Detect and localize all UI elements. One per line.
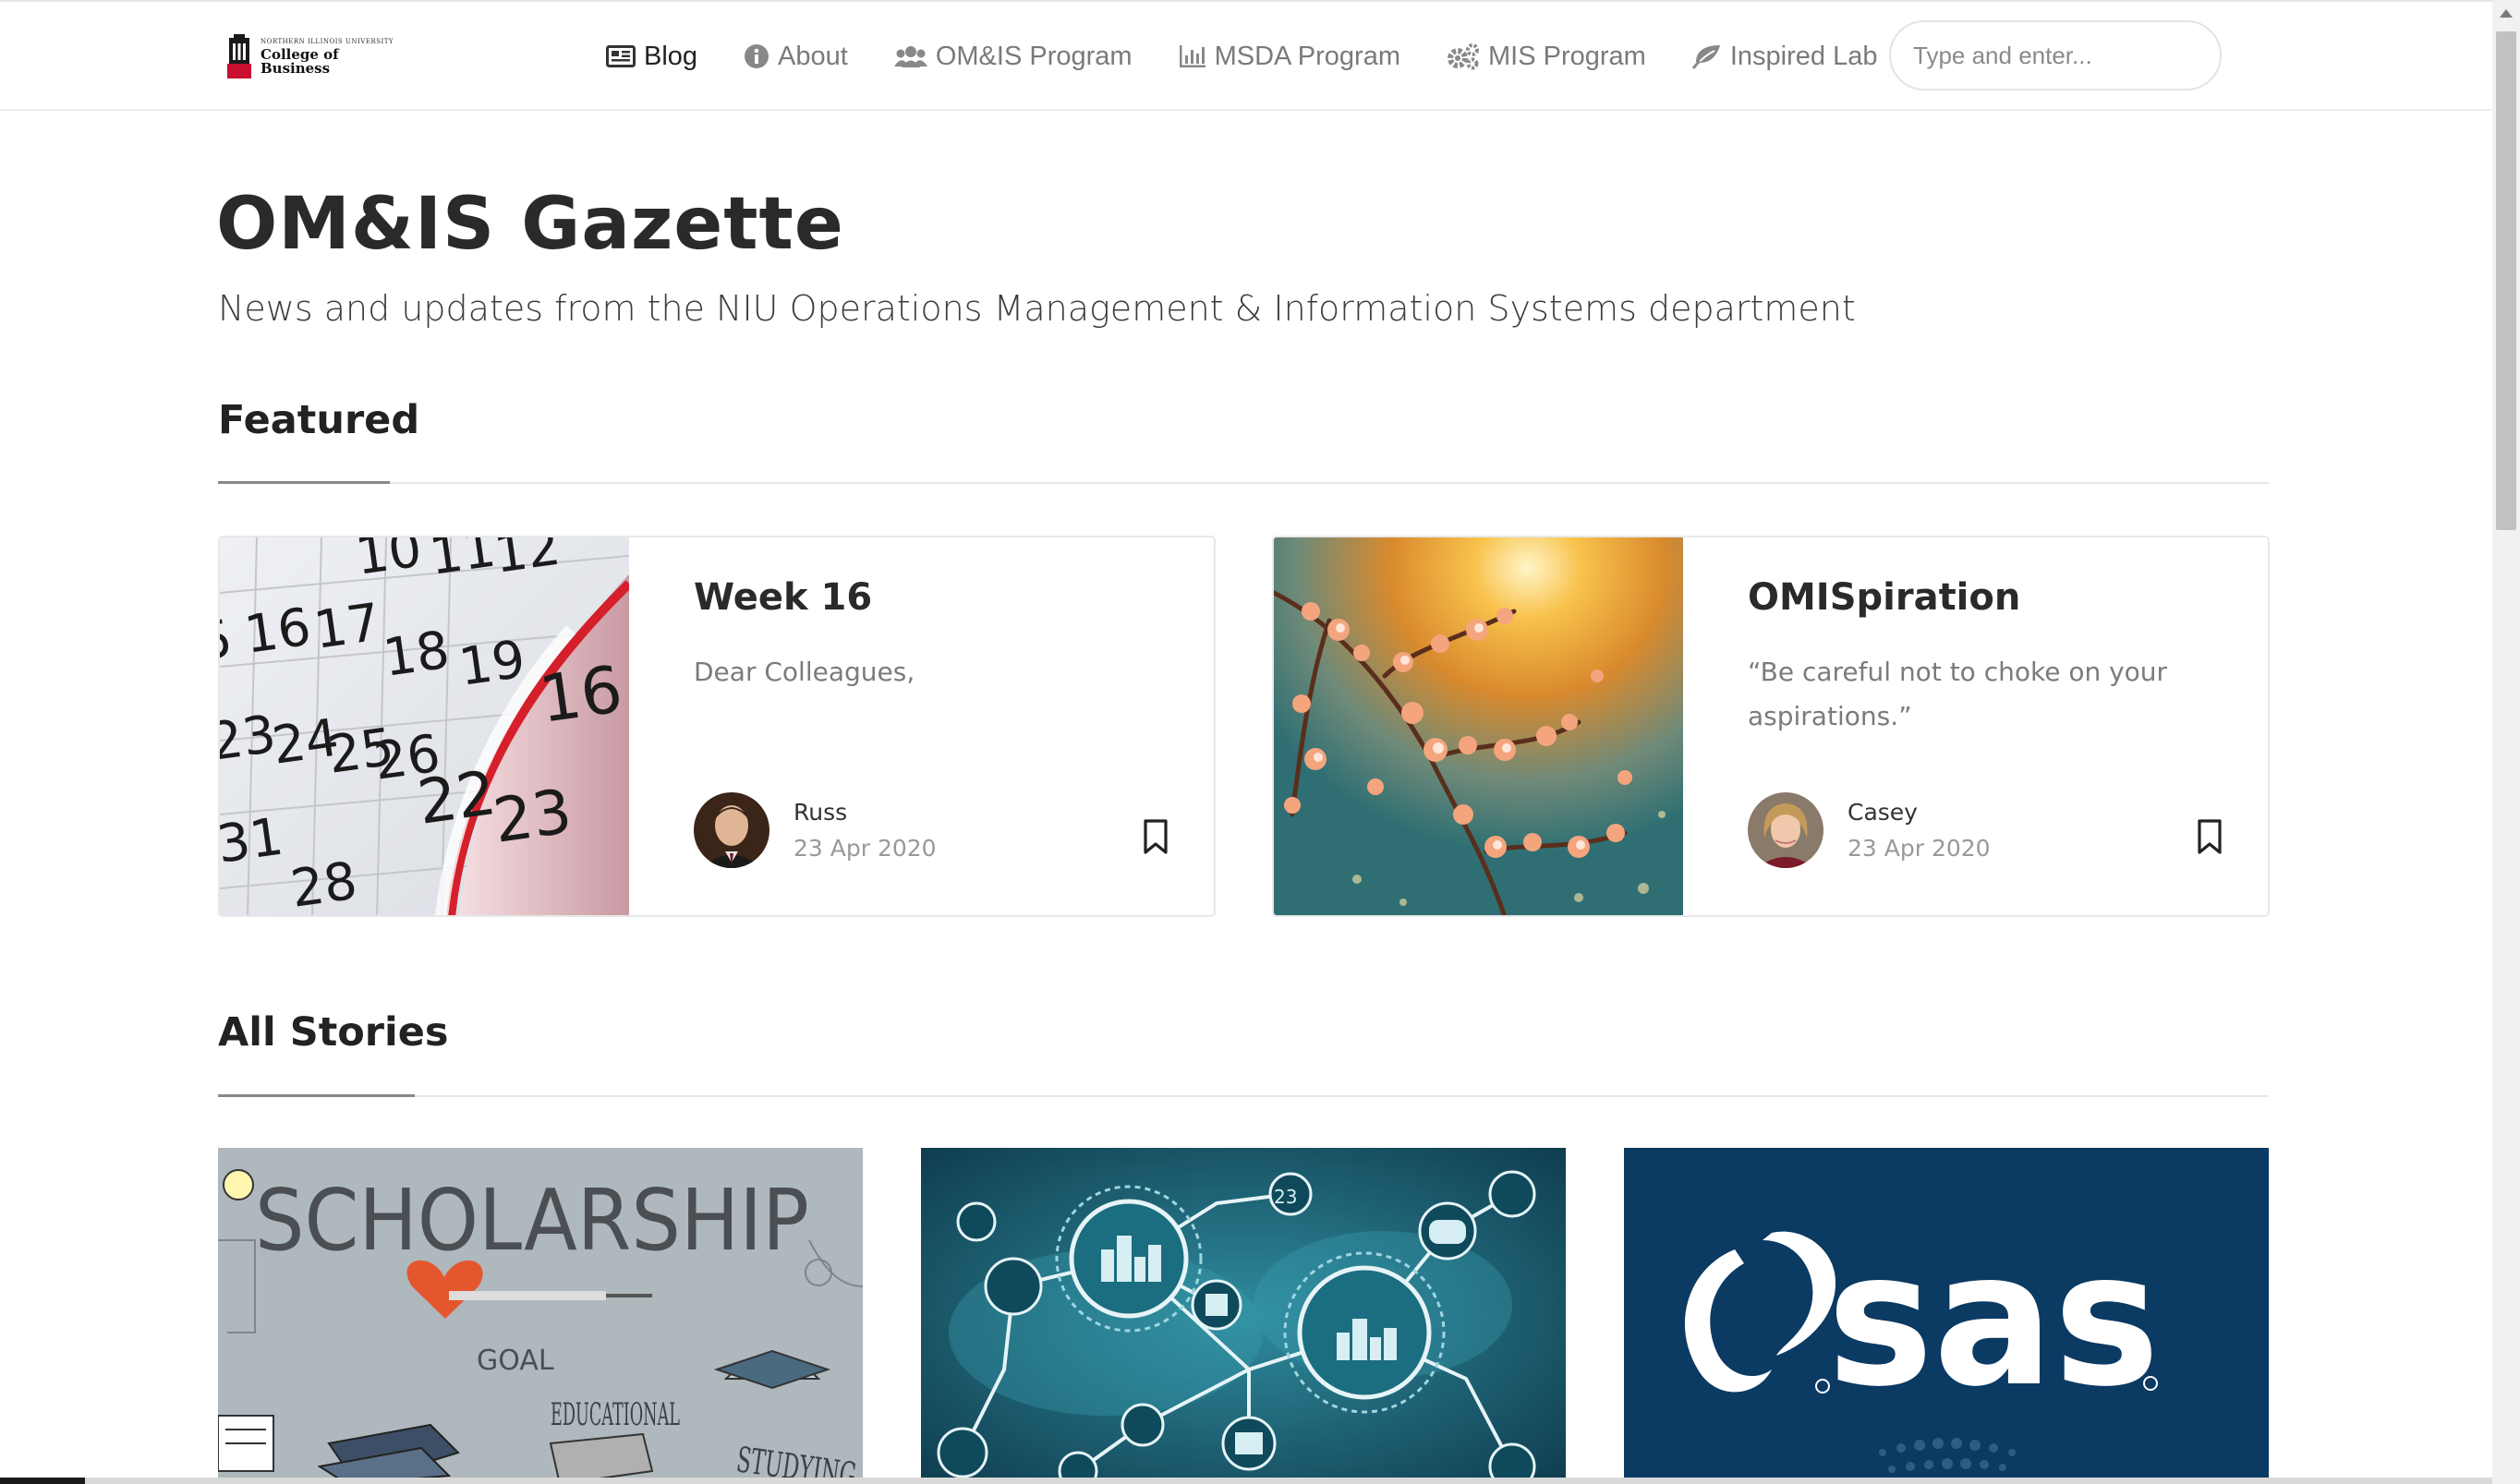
page-title: OM&IS Gazette bbox=[216, 183, 844, 266]
featured-card-week-16[interactable]: 10 11 12 5 16 17 18 19 16 23 24 25 26 22… bbox=[218, 536, 1216, 917]
svg-text:16: 16 bbox=[535, 651, 627, 738]
navbar: NORTHERN ILLINOIS UNIVERSITY College of … bbox=[0, 2, 2492, 111]
card-author: Casey 23 Apr 2020 bbox=[1748, 792, 1991, 868]
nav-item-label: MIS Program bbox=[1488, 41, 1646, 71]
card-title[interactable]: Week 16 bbox=[694, 576, 872, 619]
nav-item-omis-program[interactable]: OM&IS Program bbox=[893, 41, 1133, 72]
info-circle-icon bbox=[745, 44, 769, 68]
leaf-icon bbox=[1691, 45, 1720, 69]
nav-item-label: Inspired Lab bbox=[1729, 41, 1878, 71]
avatar[interactable] bbox=[1748, 792, 1823, 868]
nav-item-inspired-lab[interactable]: Inspired Lab bbox=[1691, 41, 1878, 72]
network-calendar-text: 23 bbox=[1274, 1186, 1297, 1208]
scroll-up-icon[interactable] bbox=[2500, 9, 2513, 18]
post-date: 23 Apr 2020 bbox=[1848, 835, 1991, 862]
avatar[interactable] bbox=[694, 792, 769, 868]
nav-item-about[interactable]: About bbox=[744, 42, 848, 72]
svg-text:16: 16 bbox=[241, 597, 315, 666]
network-image[interactable]: 23 bbox=[921, 1148, 1566, 1484]
logo-college-text: College of Business bbox=[260, 46, 339, 77]
calendar-image[interactable]: 10 11 12 5 16 17 18 19 16 23 24 25 26 22… bbox=[220, 537, 629, 917]
logo-wordmark: NORTHERN ILLINOIS UNIVERSITY College of … bbox=[260, 39, 410, 76]
featured-section-header: Featured bbox=[218, 397, 2269, 484]
sas-logo-text: sas bbox=[1827, 1213, 2160, 1428]
card-author: Russ 23 Apr 2020 bbox=[694, 792, 937, 868]
scrollbar-thumb[interactable] bbox=[2496, 31, 2516, 530]
bar-chart-icon bbox=[1179, 45, 1205, 67]
author-meta: Russ 23 Apr 2020 bbox=[794, 799, 937, 862]
scholarship-image[interactable]: SCHOLARSHIP GOAL EDUCATIONAL STUDYING bbox=[218, 1148, 863, 1484]
svg-text:22: 22 bbox=[414, 757, 501, 839]
bookmark-icon[interactable] bbox=[2196, 818, 2223, 855]
logo-university-text: NORTHERN ILLINOIS UNIVERSITY bbox=[260, 38, 394, 45]
story-card-network[interactable]: 23 bbox=[921, 1148, 1566, 1484]
page-subtitle: News and updates from the NIU Operations… bbox=[218, 288, 1856, 329]
sas-logo-image[interactable]: sas bbox=[1624, 1148, 2269, 1484]
all-stories-divider bbox=[218, 1094, 2269, 1097]
svg-text:18: 18 bbox=[380, 621, 454, 689]
post-date: 23 Apr 2020 bbox=[794, 835, 937, 862]
featured-heading: Featured bbox=[218, 397, 420, 443]
author-name[interactable]: Russ bbox=[794, 799, 937, 826]
educational-text: EDUCATIONAL bbox=[551, 1396, 680, 1433]
svg-text:23: 23 bbox=[220, 705, 280, 773]
card-body: Week 16 Dear Colleagues, Russ 23 Apr 202… bbox=[629, 537, 1214, 915]
nav-item-msda-program[interactable]: MSDA Program bbox=[1179, 42, 1400, 72]
svg-text:28: 28 bbox=[287, 851, 361, 917]
nav-item-blog[interactable]: Blog bbox=[606, 42, 697, 72]
main-nav: Blog About OM&IS Program MSDA Program MI… bbox=[606, 2, 1923, 111]
svg-text:23: 23 bbox=[490, 776, 576, 857]
card-excerpt: Dear Colleagues, bbox=[694, 657, 915, 687]
card-title[interactable]: OMISpiration bbox=[1748, 576, 2020, 619]
bookmark-icon[interactable] bbox=[1142, 818, 1169, 855]
svg-text:17: 17 bbox=[310, 593, 384, 661]
nav-item-label: Blog bbox=[644, 41, 698, 71]
card-excerpt: “Be careful not to choke on your aspirat… bbox=[1748, 657, 2168, 731]
nav-item-label: About bbox=[778, 41, 848, 71]
nav-item-mis-program[interactable]: MIS Program bbox=[1447, 42, 1646, 72]
all-stories-section-header: All Stories bbox=[218, 1009, 2269, 1097]
search-input[interactable] bbox=[1889, 20, 2222, 90]
blossom-image[interactable] bbox=[1274, 537, 1683, 915]
goal-text: GOAL bbox=[477, 1345, 554, 1377]
gears-icon bbox=[1448, 43, 1480, 70]
newspaper-icon bbox=[606, 45, 636, 67]
site-logo[interactable]: NORTHERN ILLINOIS UNIVERSITY College of … bbox=[225, 33, 410, 81]
author-meta: Casey 23 Apr 2020 bbox=[1848, 799, 1991, 862]
users-icon bbox=[893, 46, 927, 67]
author-name[interactable]: Casey bbox=[1848, 799, 1991, 826]
nav-item-label: MSDA Program bbox=[1214, 41, 1401, 71]
bottom-edge-bar-track bbox=[85, 1478, 2492, 1484]
vertical-scrollbar[interactable] bbox=[2492, 0, 2520, 1484]
niu-logo-mark bbox=[225, 34, 253, 80]
nav-item-label: OM&IS Program bbox=[935, 41, 1133, 71]
svg-text:31: 31 bbox=[220, 807, 287, 875]
featured-card-omispiration[interactable]: OMISpiration “Be careful not to choke on… bbox=[1272, 536, 2270, 917]
card-body: OMISpiration “Be careful not to choke on… bbox=[1683, 537, 2268, 915]
scholarship-image-text: SCHOLARSHIP bbox=[255, 1171, 809, 1270]
svg-text:19: 19 bbox=[455, 630, 529, 698]
featured-divider bbox=[218, 481, 2269, 484]
all-stories-heading: All Stories bbox=[218, 1009, 449, 1056]
story-card-scholarship[interactable]: SCHOLARSHIP GOAL EDUCATIONAL STUDYING bbox=[218, 1148, 863, 1484]
story-card-sas[interactable]: sas bbox=[1624, 1148, 2269, 1484]
